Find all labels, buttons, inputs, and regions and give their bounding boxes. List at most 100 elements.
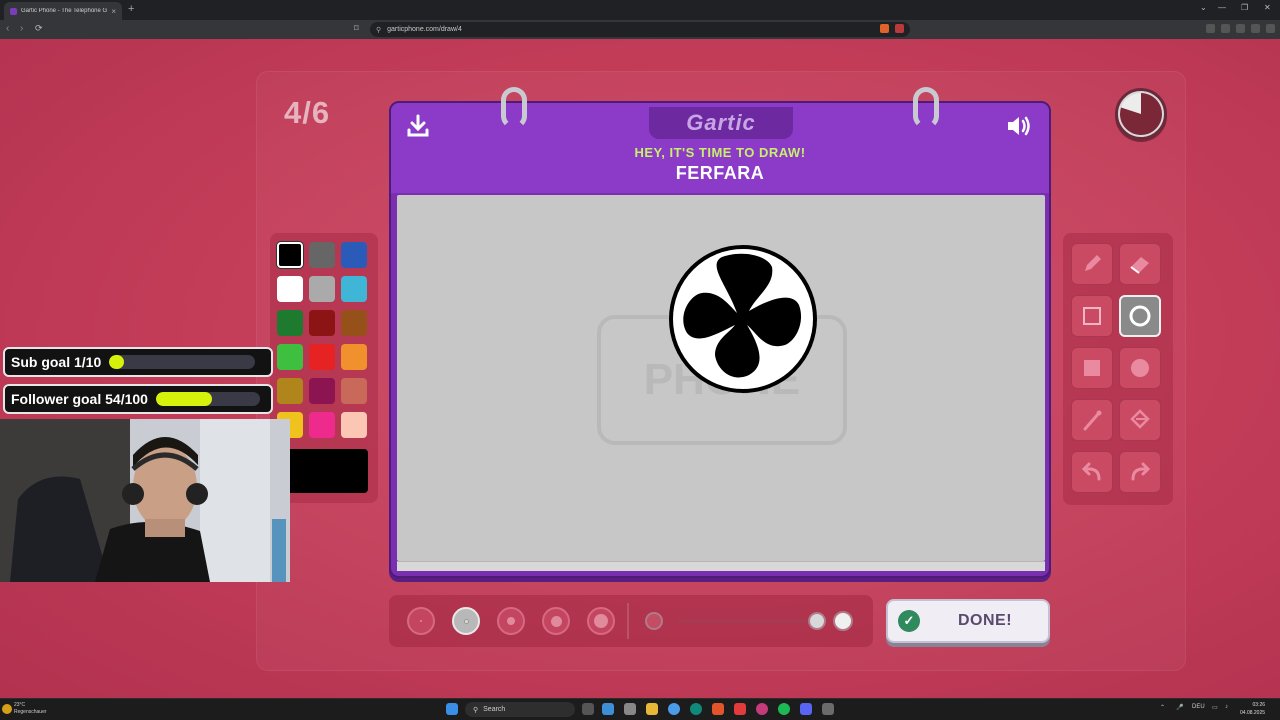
drawing-canvas[interactable]: PHONE [397, 195, 1045, 561]
player-drawing [669, 245, 817, 393]
opacity-slider-handle[interactable] [808, 612, 826, 630]
discord-icon[interactable] [800, 703, 812, 715]
color-swatch-dark-green[interactable] [277, 310, 303, 336]
color-swatch-peach[interactable] [341, 412, 367, 438]
brave-rewards-icon[interactable] [895, 24, 904, 33]
menu-icon[interactable] [1266, 24, 1275, 33]
color-swatch-green[interactable] [277, 344, 303, 370]
spotify-icon[interactable] [778, 703, 790, 715]
download-icon[interactable] [405, 113, 431, 144]
tool-rectangle-filled[interactable] [1071, 347, 1113, 389]
sub-goal-label: Sub goal 1/10 [11, 354, 102, 370]
browser-tab-bar: Gartic Phone - The Telephone Game × + ⌄ … [0, 0, 1280, 20]
edge-icon[interactable] [690, 703, 702, 715]
windows-start-icon[interactable] [446, 703, 458, 715]
app-icon[interactable] [756, 703, 768, 715]
brush-size-5[interactable] [587, 607, 615, 635]
chrome-icon[interactable] [668, 703, 680, 715]
window-close-button[interactable]: ✕ [1264, 3, 1271, 12]
color-swatch-maroon[interactable] [309, 378, 335, 404]
color-swatch-dark-yellow[interactable] [277, 378, 303, 404]
site-info-icon[interactable]: ⚲ [376, 26, 381, 34]
tool-ellipse-filled[interactable] [1119, 347, 1161, 389]
tool-eraser[interactable] [1119, 243, 1161, 285]
tray-chevron-icon[interactable]: ⌃ [1160, 704, 1165, 711]
tool-rectangle-outline[interactable] [1071, 295, 1113, 337]
speaker-icon[interactable] [1005, 113, 1035, 144]
color-swatch-white[interactable] [277, 276, 303, 302]
brush-size-2[interactable] [452, 607, 480, 635]
tool-ellipse-outline[interactable] [1119, 295, 1161, 337]
file-explorer-icon[interactable] [646, 703, 658, 715]
color-swatch-brown[interactable] [341, 310, 367, 336]
color-swatch-light-gray[interactable] [309, 276, 335, 302]
opacity-slider[interactable] [677, 619, 817, 623]
done-button[interactable]: ✓ DONE! [886, 599, 1050, 643]
store-icon[interactable] [624, 703, 636, 715]
tab-search-chevron-icon[interactable]: ⌄ [1200, 3, 1207, 12]
window-minimize-button[interactable]: — [1218, 3, 1226, 12]
tab-close-icon[interactable]: × [111, 7, 116, 16]
extensions-icon[interactable] [1221, 24, 1230, 33]
youtube-icon[interactable] [734, 703, 746, 715]
weather-icon[interactable] [2, 704, 12, 714]
volume-icon[interactable]: ♪ [1225, 704, 1228, 710]
weather-widget[interactable]: 23°C Regenschauer [14, 702, 47, 716]
network-icon[interactable]: ▭ [1212, 704, 1218, 711]
tool-redo[interactable] [1119, 451, 1161, 493]
sub-goal-progress-fill [109, 355, 124, 369]
weather-temp: 23°C [14, 702, 26, 708]
color-swatch-blue[interactable] [341, 242, 367, 268]
opacity-min-icon [645, 612, 663, 630]
brush-size-1[interactable] [407, 607, 435, 635]
new-tab-button[interactable]: + [128, 3, 134, 15]
tool-line[interactable] [1071, 399, 1113, 441]
color-swatch-dark-gray[interactable] [309, 242, 335, 268]
brave-icon[interactable] [712, 703, 724, 715]
obs-icon[interactable] [822, 703, 834, 715]
color-swatch-cyan[interactable] [341, 276, 367, 302]
forward-button[interactable]: › [20, 23, 23, 34]
prompt-heading: HEY, IT'S TIME TO DRAW! [634, 145, 806, 160]
bookmark-icon[interactable]: ⌑ [354, 23, 359, 34]
brave-shield-icon[interactable] [880, 24, 889, 33]
taskbar-search[interactable]: ⚲ Search [465, 702, 575, 717]
fill-bucket-icon [1130, 409, 1150, 429]
notebook-ring-left [501, 87, 527, 129]
window-restore-button[interactable]: ❐ [1241, 3, 1248, 12]
pencil-icon [1085, 255, 1101, 271]
search-icon: ⚲ [473, 706, 479, 714]
done-button-label: DONE! [958, 612, 1013, 629]
sidebar-icon[interactable] [1206, 24, 1215, 33]
timer-icon [1115, 88, 1167, 140]
brush-divider [627, 603, 629, 639]
language-indicator[interactable]: DEU [1192, 704, 1205, 710]
brush-size-3[interactable] [497, 607, 525, 635]
task-view-icon[interactable] [582, 703, 594, 715]
gartic-logo: Gartic [649, 107, 793, 139]
ellipse-outline-icon [1129, 305, 1151, 327]
drawing-notebook: Gartic HEY, IT'S TIME TO DRAW! FERFARA P… [389, 87, 1051, 578]
color-swatch-orange[interactable] [341, 344, 367, 370]
color-swatch-dark-red[interactable] [309, 310, 335, 336]
vpn-icon[interactable] [1251, 24, 1260, 33]
tool-undo[interactable] [1071, 451, 1113, 493]
microphone-icon[interactable]: 🎤 [1176, 704, 1183, 711]
browser-tab[interactable]: Gartic Phone - The Telephone Game × [4, 2, 122, 20]
reload-button[interactable]: ⟳ [35, 23, 43, 34]
color-swatch-black[interactable] [277, 242, 303, 268]
color-swatch-salmon[interactable] [341, 378, 367, 404]
rectangle-outline-icon [1083, 307, 1101, 325]
back-button[interactable]: ‹ [6, 23, 9, 34]
color-swatch-pink[interactable] [309, 412, 335, 438]
taskbar-clock[interactable]: 03:26 04.08.2025 [1240, 701, 1265, 717]
brush-size-4[interactable] [542, 607, 570, 635]
url-text: garticphone.com/draw/4 [387, 26, 462, 33]
copilot-icon[interactable] [602, 703, 614, 715]
color-swatch-red[interactable] [309, 344, 335, 370]
tool-pencil[interactable] [1071, 243, 1113, 285]
tool-fill-bucket[interactable] [1119, 399, 1161, 441]
address-bar[interactable]: ⚲ garticphone.com/draw/4 [370, 22, 910, 37]
clock-date: 04.08.2025 [1240, 710, 1266, 716]
wallet-icon[interactable] [1236, 24, 1245, 33]
